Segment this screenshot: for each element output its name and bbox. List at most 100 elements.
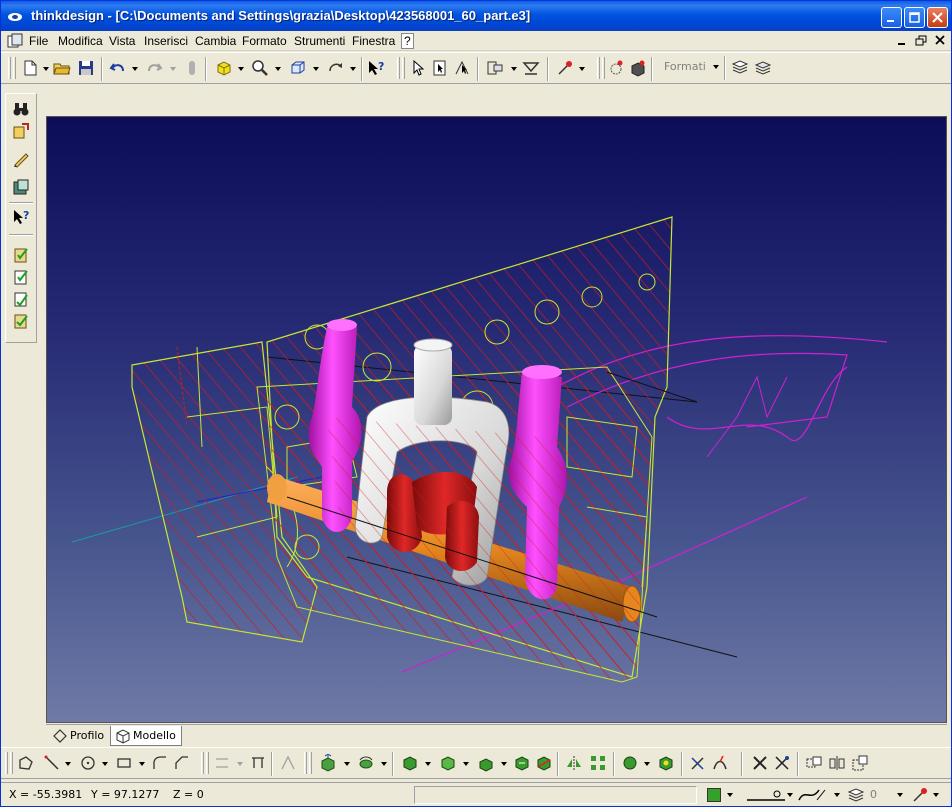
box-solid-icon[interactable] (401, 754, 419, 772)
document-icon[interactable] (7, 33, 23, 49)
sphere-icon[interactable] (621, 754, 639, 772)
menu-modifica[interactable]: Modifica (58, 34, 103, 48)
select-edge-icon[interactable] (453, 59, 471, 77)
layer-icon[interactable] (847, 786, 865, 804)
solid-cube-icon[interactable] (215, 59, 233, 77)
undo-icon[interactable] (109, 59, 127, 77)
fillet-icon[interactable] (151, 754, 169, 772)
cube-chevron-icon[interactable] (238, 67, 244, 71)
draft-icon[interactable] (513, 754, 531, 772)
delete-partial-icon[interactable] (773, 754, 791, 772)
formati-chevron-icon[interactable] (713, 65, 719, 69)
split-solid-icon[interactable] (535, 754, 553, 772)
line-chevron-icon[interactable] (65, 762, 71, 766)
binoculars-icon[interactable] (12, 100, 30, 118)
trim-icon[interactable] (249, 754, 267, 772)
delete-icon[interactable] (751, 754, 769, 772)
mdi-minimize-icon[interactable] (895, 34, 909, 47)
revolve-chevron-icon[interactable] (381, 762, 387, 766)
shell-chevron-icon[interactable] (501, 762, 507, 766)
current-layer[interactable]: 0 (870, 788, 877, 801)
whats-this-help-icon[interactable]: ? (12, 208, 30, 226)
lineweight-icon[interactable] (797, 786, 827, 804)
checklist-2-icon[interactable] (12, 268, 30, 286)
modify-icon[interactable] (689, 754, 707, 772)
copy-mirror-icon[interactable] (828, 754, 846, 772)
undo-chevron-icon[interactable] (132, 67, 138, 71)
open-folder-icon[interactable] (53, 59, 71, 77)
section-plane-icon[interactable] (12, 178, 30, 196)
scale-icon[interactable] (851, 754, 869, 772)
snap-point-icon[interactable] (911, 786, 929, 804)
mirror-icon[interactable] (565, 754, 583, 772)
align-chevron-icon[interactable] (511, 67, 517, 71)
menu-cambia[interactable]: Cambia (195, 34, 236, 48)
circle-icon[interactable] (79, 754, 97, 772)
formati-combo[interactable]: Formati (656, 58, 721, 76)
pick-point-icon[interactable] (556, 59, 574, 77)
rectangle-icon[interactable] (115, 754, 133, 772)
layers-icon[interactable] (731, 58, 749, 76)
tab-profilo[interactable]: Profilo (48, 726, 110, 746)
menu-help[interactable]: ? (401, 33, 414, 49)
break-icon[interactable] (711, 754, 729, 772)
boolean-union-icon[interactable] (439, 754, 457, 772)
zoom-chevron-icon[interactable] (275, 67, 281, 71)
pick-chevron-icon[interactable] (579, 67, 585, 71)
checklist-1-icon[interactable] (12, 246, 30, 264)
menu-finestra[interactable]: Finestra (352, 34, 395, 48)
select-pointer-icon[interactable] (409, 59, 427, 77)
linetype-chevron-icon[interactable] (787, 793, 793, 797)
mdi-close-icon[interactable] (933, 34, 947, 47)
rotate-view-icon[interactable] (327, 59, 345, 77)
title-bar[interactable]: thinkdesign - [C:\Documents and Settings… (1, 1, 951, 31)
linetype-icon[interactable] (745, 786, 789, 804)
pattern-icon[interactable] (589, 754, 607, 772)
model-viewport[interactable] (46, 116, 947, 723)
circle-chevron-icon[interactable] (102, 762, 108, 766)
move-icon[interactable] (805, 754, 823, 772)
rotate-chevron-icon[interactable] (350, 67, 356, 71)
page-edit-icon[interactable] (12, 122, 30, 140)
box-chevron-icon[interactable] (425, 762, 431, 766)
layer-chevron-icon[interactable] (897, 793, 903, 797)
layers-stack-icon[interactable] (754, 58, 772, 76)
save-icon[interactable] (77, 59, 95, 77)
shell-icon[interactable] (477, 754, 495, 772)
view-chevron-icon[interactable] (313, 67, 319, 71)
context-help-icon[interactable]: ? (367, 59, 385, 77)
solid-edit-icon[interactable] (657, 754, 675, 772)
render-light-icon[interactable] (607, 59, 625, 77)
checklist-4-icon[interactable] (12, 312, 30, 330)
maximize-button[interactable] (904, 7, 925, 28)
sphere-chevron-icon[interactable] (644, 762, 650, 766)
tab-modello[interactable]: Modello (110, 726, 182, 746)
close-button[interactable] (927, 7, 948, 28)
lineweight-chevron-icon[interactable] (834, 793, 840, 797)
rectangle-chevron-icon[interactable] (139, 762, 145, 766)
mdi-restore-icon[interactable] (914, 34, 928, 47)
menu-vista[interactable]: Vista (109, 34, 135, 48)
menu-formato[interactable]: Formato (242, 34, 287, 48)
boolean-chevron-icon[interactable] (463, 762, 469, 766)
chevron-down-icon[interactable] (43, 67, 49, 71)
project-plane-icon[interactable] (522, 59, 540, 77)
line-icon[interactable] (43, 754, 61, 772)
checklist-3-icon[interactable] (12, 290, 30, 308)
snap-chevron-icon[interactable] (933, 793, 939, 797)
menu-inserisci[interactable]: Inserisci (144, 34, 188, 48)
measure-pencil-icon[interactable] (12, 150, 30, 168)
material-cube-icon[interactable] (629, 59, 647, 77)
current-color-swatch[interactable] (707, 788, 721, 802)
extrude-icon[interactable] (319, 754, 337, 772)
menu-strumenti[interactable]: Strumenti (294, 34, 345, 48)
polyline-icon[interactable] (17, 754, 35, 772)
view-box-icon[interactable] (289, 59, 307, 77)
select-object-icon[interactable] (431, 59, 449, 77)
revolve-icon[interactable] (357, 754, 375, 772)
menu-file[interactable]: File (29, 34, 48, 48)
align-icon[interactable] (486, 59, 504, 77)
extrude-chevron-icon[interactable] (344, 762, 350, 766)
chamfer-icon[interactable] (173, 754, 191, 772)
new-file-icon[interactable] (21, 59, 39, 77)
